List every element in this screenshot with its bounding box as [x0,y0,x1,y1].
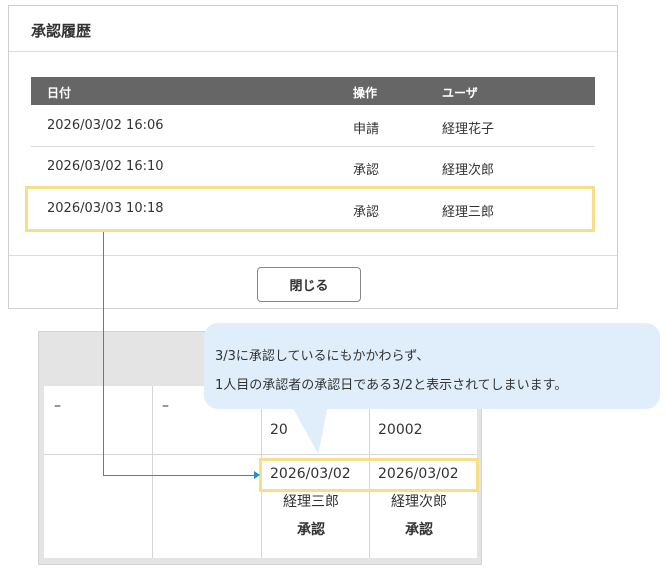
highlight-box-dates [259,458,479,492]
approver-name: 経理次郎 [391,494,447,510]
table-row: 2026/03/02 16:06 申請 経理花子 [31,106,595,147]
header-user: ユーザ [442,86,478,100]
callout-bubble [204,323,660,409]
close-button[interactable]: 閉じる [257,267,361,302]
header-date: 日付 [47,86,72,100]
connector-line [103,475,258,476]
row-user: 経理次郎 [442,163,495,178]
approval-history-dialog: 承認履歴 日付 操作 ユーザ 2026/03/02 16:06 申請 経理花子 … [8,5,618,309]
history-table-header: 日付 操作 ユーザ [31,77,595,105]
callout-text-line2: 1人目の承認者の承認日である3/2と表示されてしまいます。 [215,378,568,393]
column-divider [152,386,153,558]
arrow-head-icon [254,471,260,479]
approver-code: 20002 [378,422,423,438]
approver-name: 経理三郎 [283,494,339,510]
row-divider [44,454,477,455]
row-operation: 承認 [353,163,380,178]
empty-dash: – [54,398,61,414]
approval-status: 承認 [297,522,325,538]
highlight-box-row [25,186,595,232]
row-user: 経理花子 [442,122,495,137]
row-date: 2026/03/02 16:06 [47,118,164,133]
callout-text-line1: 3/3に承認しているにもかかわらず、 [215,349,430,364]
title-divider [9,51,617,52]
row-date: 2026/03/02 16:10 [47,159,164,174]
header-operation: 操作 [353,86,378,100]
approval-status: 承認 [405,522,433,538]
table-row: 2026/03/02 16:10 承認 経理次郎 [31,147,595,188]
approver-code: 20 [270,422,288,438]
footer-divider [9,255,617,256]
row-operation: 申請 [353,122,380,137]
empty-dash: – [162,398,169,414]
connector-line [103,232,104,476]
dialog-title: 承認履歴 [31,22,92,40]
